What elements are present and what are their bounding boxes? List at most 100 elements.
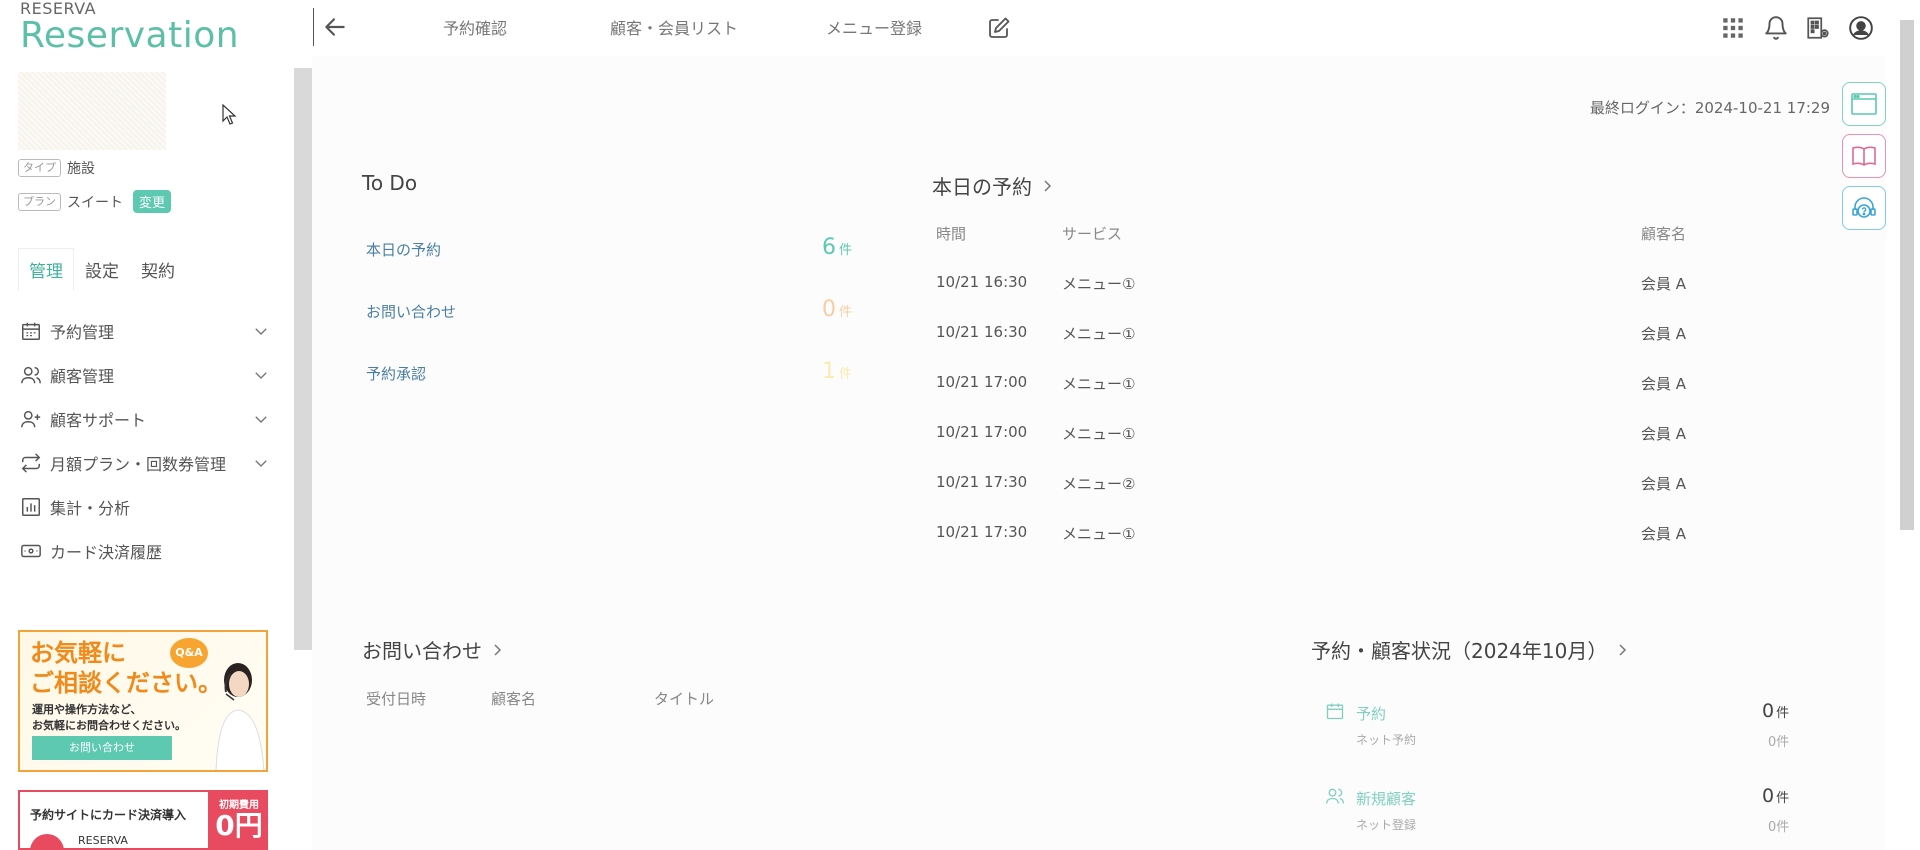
price-value: 0円 bbox=[215, 809, 263, 842]
sidebar-item-label: 集計・分析 bbox=[50, 499, 131, 518]
book-icon bbox=[1852, 146, 1876, 166]
sidebar-tabs: 管理 設定 契約 bbox=[18, 248, 186, 291]
sidebar-item-label: 月額プラン・回数券管理 bbox=[50, 455, 227, 474]
sidebar-scrollbar[interactable] bbox=[294, 68, 312, 650]
tab-settings[interactable]: 設定 bbox=[74, 248, 130, 291]
today-reservations-title[interactable]: 本日の予約 bbox=[932, 171, 1054, 200]
browser-window-button[interactable] bbox=[1842, 82, 1886, 126]
col-header-title: タイトル bbox=[654, 690, 715, 708]
page-scrollbar[interactable] bbox=[1900, 20, 1914, 530]
plan-change-button[interactable]: 変更 bbox=[133, 190, 172, 213]
card-payment-banner[interactable]: 予約サイトにカード決済導入 RESERVA 初期費用 0円 bbox=[18, 790, 268, 850]
row-time: 10/21 16:30 bbox=[936, 273, 1028, 291]
banner-subtext: 運用や操作方法など、 お気軽にお問合わせください。 bbox=[32, 702, 186, 734]
browser-window-icon bbox=[1851, 93, 1877, 115]
row-customer[interactable]: 会員 A bbox=[1641, 523, 1686, 544]
repeat-icon bbox=[21, 453, 41, 473]
sidebar-item-reservation-management[interactable]: 予約管理 bbox=[20, 317, 270, 345]
row-service: メニュー① bbox=[1062, 375, 1136, 393]
stat-reservations-label: 予約 bbox=[1356, 705, 1387, 723]
today-reservations-title-text: 本日の予約 bbox=[932, 175, 1032, 199]
edit-icon[interactable] bbox=[987, 16, 1011, 40]
row-time: 10/21 17:30 bbox=[936, 523, 1028, 541]
card-icon bbox=[21, 544, 41, 558]
bell-icon[interactable] bbox=[1763, 15, 1789, 41]
tab-contract[interactable]: 契約 bbox=[130, 248, 186, 291]
chevron-down-icon[interactable] bbox=[252, 410, 270, 428]
row-service: メニュー② bbox=[1062, 475, 1136, 493]
sidebar-item-card-payments[interactable]: カード決済履歴 bbox=[20, 537, 270, 565]
sidebar-item-analytics[interactable]: 集計・分析 bbox=[20, 493, 270, 521]
stat-new-customers-sub-count: 0件 bbox=[1768, 820, 1790, 835]
banner-contact-button[interactable]: お問い合わせ bbox=[32, 736, 172, 760]
support-banner[interactable]: お気軽に ご相談ください。 Q&A 運用や操作方法など、 お気軽にお問合わせくだ… bbox=[18, 630, 268, 772]
inquiries-title[interactable]: お問い合わせ bbox=[362, 635, 504, 664]
row-customer[interactable]: 会員 A bbox=[1641, 473, 1686, 494]
row-customer[interactable]: 会員 A bbox=[1641, 423, 1686, 444]
row-time: 10/21 17:00 bbox=[936, 423, 1028, 441]
qa-bubble: Q&A bbox=[170, 638, 208, 668]
todo-count-approval: 1件 bbox=[822, 359, 852, 384]
todo-count-unit: 件 bbox=[839, 243, 853, 258]
tab-manage[interactable]: 管理 bbox=[18, 248, 74, 291]
row-service: メニュー① bbox=[1062, 425, 1136, 443]
nav-menu-register[interactable]: メニュー登録 bbox=[826, 15, 922, 39]
todo-count-value: 6 bbox=[822, 235, 836, 260]
sidebar-item-monthly-plan[interactable]: 月額プラン・回数券管理 bbox=[20, 449, 270, 477]
sidebar-item-label: カード決済履歴 bbox=[50, 543, 163, 562]
top-header: RESERVA Reservation 予約確認 顧客・会員リスト メニュー登録 bbox=[0, 0, 1920, 56]
card-banner-price: 初期費用 0円 bbox=[208, 792, 266, 848]
row-time: 10/21 17:00 bbox=[936, 373, 1028, 391]
manual-button[interactable] bbox=[1842, 134, 1886, 178]
operator-person-icon bbox=[215, 663, 265, 770]
sidebar-item-label: 予約管理 bbox=[50, 323, 115, 342]
inquiries-title-text: お問い合わせ bbox=[362, 639, 482, 663]
col-header-customer-name: 顧客名 bbox=[491, 690, 537, 708]
todo-count-unit: 件 bbox=[839, 305, 853, 320]
logo-main-text: Reservation bbox=[20, 15, 240, 56]
status-title[interactable]: 予約・顧客状況（2024年10月） bbox=[1311, 635, 1629, 664]
chevron-down-icon[interactable] bbox=[252, 454, 270, 472]
card-banner-text: 予約サイトにカード決済導入 bbox=[30, 808, 187, 822]
app-logo[interactable]: RESERVA Reservation bbox=[20, 0, 239, 54]
type-value: 施設 bbox=[67, 161, 95, 177]
banner-sub-line2: お気軽にお問合わせください。 bbox=[32, 719, 186, 732]
users-icon bbox=[1326, 788, 1344, 804]
stat-reservations-sub-count: 0件 bbox=[1768, 735, 1790, 750]
bar-chart-icon bbox=[22, 498, 40, 516]
sidebar-item-customer-support[interactable]: 顧客サポート bbox=[20, 405, 270, 433]
plan-row: プラン スイート 変更 bbox=[18, 190, 172, 213]
stat-count-value: 0 bbox=[1762, 700, 1775, 722]
banner-title-line2: ご相談ください。 bbox=[30, 669, 222, 697]
todo-count-unit: 件 bbox=[839, 367, 853, 382]
mouse-cursor-icon bbox=[222, 104, 237, 125]
building-settings-icon[interactable] bbox=[1805, 15, 1831, 41]
col-header-time: 時間 bbox=[936, 225, 967, 243]
facility-type-row: タイプ 施設 bbox=[18, 158, 95, 178]
sidebar-item-customer-management[interactable]: 顧客管理 bbox=[20, 361, 270, 389]
user-account-icon[interactable] bbox=[1848, 15, 1874, 41]
last-login: 最終ログイン：2024-10-21 17:29 bbox=[1589, 99, 1830, 117]
chevron-down-icon[interactable] bbox=[252, 322, 270, 340]
nav-customer-list[interactable]: 顧客・会員リスト bbox=[610, 15, 738, 39]
todo-today-reservations-link[interactable]: 本日の予約 bbox=[366, 239, 441, 260]
grid-apps-icon[interactable] bbox=[1720, 15, 1746, 41]
row-customer[interactable]: 会員 A bbox=[1641, 373, 1686, 394]
todo-title: To Do bbox=[362, 171, 417, 195]
stat-reservations-count: 0件 bbox=[1762, 700, 1789, 722]
chevron-down-icon[interactable] bbox=[252, 366, 270, 384]
plan-value: スイート bbox=[67, 194, 123, 211]
back-arrow-icon[interactable] bbox=[322, 14, 348, 40]
row-time: 10/21 17:30 bbox=[936, 473, 1028, 491]
row-customer[interactable]: 会員 A bbox=[1641, 323, 1686, 344]
stat-new-customers-sub: ネット登録 bbox=[1356, 818, 1417, 832]
facility-image bbox=[18, 72, 166, 150]
todo-approval-link[interactable]: 予約承認 bbox=[366, 363, 426, 384]
help-support-button[interactable] bbox=[1842, 186, 1886, 230]
nav-reservation-check[interactable]: 予約確認 bbox=[443, 15, 507, 39]
banner-sub-line1: 運用や操作方法など、 bbox=[32, 703, 142, 716]
todo-inquiries-link[interactable]: お問い合わせ bbox=[366, 301, 456, 322]
row-customer[interactable]: 会員 A bbox=[1641, 273, 1686, 294]
stat-count-unit: 件 bbox=[1776, 791, 1790, 806]
todo-title-text: To Do bbox=[362, 171, 418, 195]
